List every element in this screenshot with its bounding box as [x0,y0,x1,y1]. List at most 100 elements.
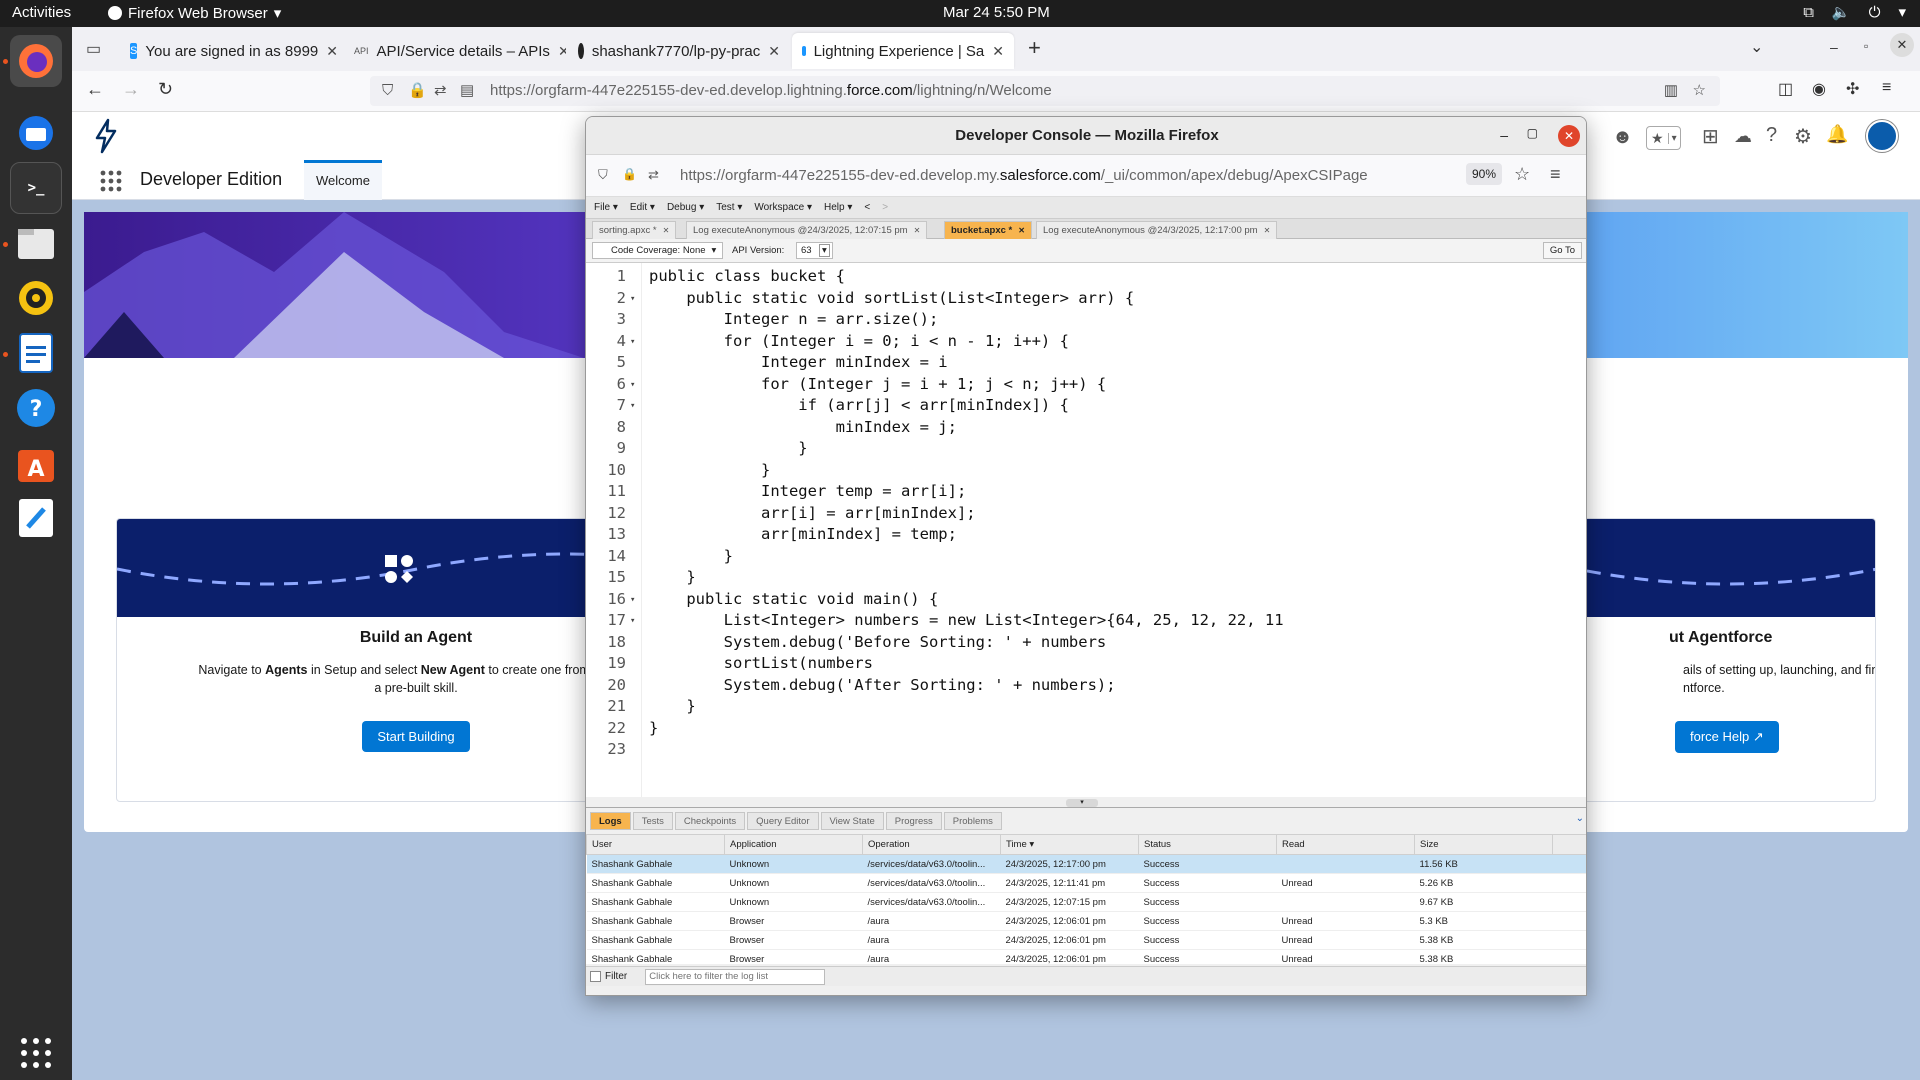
menu-debug[interactable]: Debug ▾ [667,202,704,213]
pocket-icon[interactable]: ◫ [1778,79,1793,99]
tab-logs[interactable]: Logs [590,812,631,830]
code-line[interactable]: List<Integer> numbers = new List<Integer… [649,611,1284,629]
zoom-level[interactable]: 90% [1466,163,1503,185]
close-icon[interactable]: ✕ [326,43,338,60]
column-size[interactable]: Size [1414,834,1553,855]
close-icon[interactable]: ✕ [1264,226,1271,235]
code-line[interactable]: System.debug('Before Sorting: ' + number… [649,633,1107,651]
text-editor-icon[interactable] [10,492,62,544]
tab-welcome[interactable]: Welcome [304,160,382,200]
bookmark-star-icon[interactable]: ☆ [1514,164,1530,185]
fold-arrow-icon[interactable]: ▾ [630,401,635,411]
api-version-select[interactable]: 63 ▾ [796,242,833,259]
files-icon[interactable] [10,217,62,269]
code-line[interactable]: arr[minIndex] = temp; [649,525,957,543]
close-icon[interactable]: ✕ [1018,226,1025,235]
start-building-button[interactable]: Start Building [362,721,470,752]
editor-tab[interactable]: Log executeAnonymous @24/3/2025, 12:07:1… [686,221,928,239]
code-coverage-select[interactable]: Code Coverage: None ▾ [592,242,724,259]
fold-arrow-icon[interactable]: ▾ [630,595,635,605]
trailhead-icon[interactable]: ☁ [1734,126,1752,147]
hamburger-menu-icon[interactable]: ≡ [1550,164,1561,185]
tab-view-state[interactable]: View State [820,812,884,830]
notifications-bell-icon[interactable]: 🔔 [1826,124,1848,145]
menu-forward[interactable]: > [882,202,888,213]
console-url[interactable]: https://orgfarm-447e225155-dev-ed.develo… [680,167,1368,184]
column-time[interactable]: Time ▾ [1000,834,1139,855]
column-application[interactable]: Application [724,834,863,855]
code-line[interactable]: Integer minIndex = i [649,353,948,371]
browser-tab[interactable]: S You are signed in as 8999 ✕ [120,33,342,69]
browser-tab[interactable]: shashank7770/lp-py-prac ✕ [568,33,790,69]
editor-tab-active[interactable]: bucket.apxc * ✕ [944,221,1032,239]
close-icon[interactable]: ✕ [768,43,780,60]
code-line[interactable]: public class bucket { [649,267,845,285]
code-line[interactable]: for (Integer i = 0; i < n - 1; i++) { [649,332,1069,350]
menu-test[interactable]: Test ▾ [716,202,742,213]
menu-edit[interactable]: Edit ▾ [630,202,655,213]
close-window-button[interactable]: ✕ [1890,33,1914,57]
app-menu[interactable]: Firefox Web Browser ▾ [108,4,281,22]
code-line[interactable]: sortList(numbers [649,654,873,672]
browser-tab-active[interactable]: Lightning Experience | Sa ✕ [792,33,1014,69]
code-line[interactable]: if (arr[j] < arr[minIndex]) { [649,396,1069,414]
favorites-button[interactable]: ★ ▾ [1646,126,1681,150]
menu-file[interactable]: File ▾ [594,202,618,213]
close-icon[interactable]: ✕ [914,226,921,235]
code-line[interactable]: for (Integer j = i + 1; j < n; j++) { [649,375,1106,393]
code-line[interactable]: public static void main() { [649,590,938,608]
code-line[interactable]: System.debug('After Sorting: ' + numbers… [649,676,1116,694]
fold-arrow-icon[interactable]: ▾ [630,294,635,304]
column-operation[interactable]: Operation [862,834,1001,855]
tab-list-icon[interactable]: ▭ [86,39,101,59]
code-line[interactable]: } [649,439,807,457]
close-icon[interactable]: ✕ [992,43,1004,60]
filter-checkbox[interactable] [590,971,601,982]
activities-button[interactable]: Activities [12,4,71,21]
table-row[interactable]: Shashank Gabhale Unknown/services/data/v6… [586,854,1586,874]
app-center-icon[interactable]: A [10,437,62,489]
writer-icon[interactable] [10,327,62,379]
url-bar[interactable]: ⛉ 🔒 ⇄ ▤ https://orgfarm-447e225155-dev-e… [370,76,1720,106]
account-icon[interactable]: ◉ [1812,79,1826,99]
code-line[interactable]: } [649,461,770,479]
show-apps-icon[interactable] [10,1027,62,1079]
fold-arrow-icon[interactable]: ▾ [630,380,635,390]
column-read[interactable]: Read [1276,834,1415,855]
table-row[interactable]: Shashank Gabhale Browser/aura 24/3/2025, 1… [586,930,1586,950]
menu-help[interactable]: Help ▾ [824,202,852,213]
reload-button[interactable]: ↻ [158,79,173,100]
close-window-button[interactable]: ✕ [1558,125,1580,147]
table-row[interactable]: Shashank Gabhale Browser/aura 24/3/2025, 1… [586,949,1586,964]
collapse-panel-icon[interactable]: ⌄ [1576,813,1584,824]
code-line[interactable]: } [649,568,695,586]
back-button[interactable]: ← [86,79,104,100]
forward-button[interactable]: → [122,79,140,100]
tab-progress[interactable]: Progress [885,812,942,830]
help-question-icon[interactable]: ? [1766,124,1777,147]
menu-back[interactable]: < [864,202,870,213]
global-actions-icon[interactable]: ⊞ [1702,124,1719,149]
console-url-bar[interactable]: ⛉ 🔒 ⇄ https://orgfarm-447e225155-dev-ed.… [586,155,1586,197]
browser-tab[interactable]: API API/Service details – APIs ✕ [344,33,566,69]
extensions-icon[interactable]: ✣ [1846,79,1859,99]
panel-resize-handle[interactable]: ▾ [1066,799,1098,807]
table-row[interactable]: Shashank Gabhale Browser/aura 24/3/2025, 1… [586,911,1586,931]
window-title-bar[interactable]: Developer Console — Mozilla Firefox – ▢ … [586,117,1586,155]
code-line[interactable]: } [649,697,695,715]
agent-icon[interactable]: ☻ [1612,126,1633,149]
tab-overflow-chevron-icon[interactable]: ⌄ [1750,37,1763,57]
clock[interactable]: Mar 24 5:50 PM [943,4,1050,21]
code-line[interactable]: public static void sortList(List<Integer… [649,289,1134,307]
agentforce-help-button[interactable]: force Help ↗ [1675,721,1779,753]
editor-tab[interactable]: Log executeAnonymous @24/3/2025, 12:17:0… [1036,221,1278,239]
code-line[interactable]: } [649,547,733,565]
table-row[interactable]: Shashank Gabhale Unknown/services/data/v6… [586,892,1586,912]
minimize-button[interactable]: – [1500,127,1508,143]
maximize-button[interactable]: ▢ [1527,126,1538,140]
tab-checkpoints[interactable]: Checkpoints [674,812,746,830]
thunderbird-icon[interactable] [10,107,62,159]
menu-workspace[interactable]: Workspace ▾ [754,202,812,213]
column-user[interactable]: User [586,834,725,855]
new-tab-button[interactable]: + [1028,35,1041,61]
